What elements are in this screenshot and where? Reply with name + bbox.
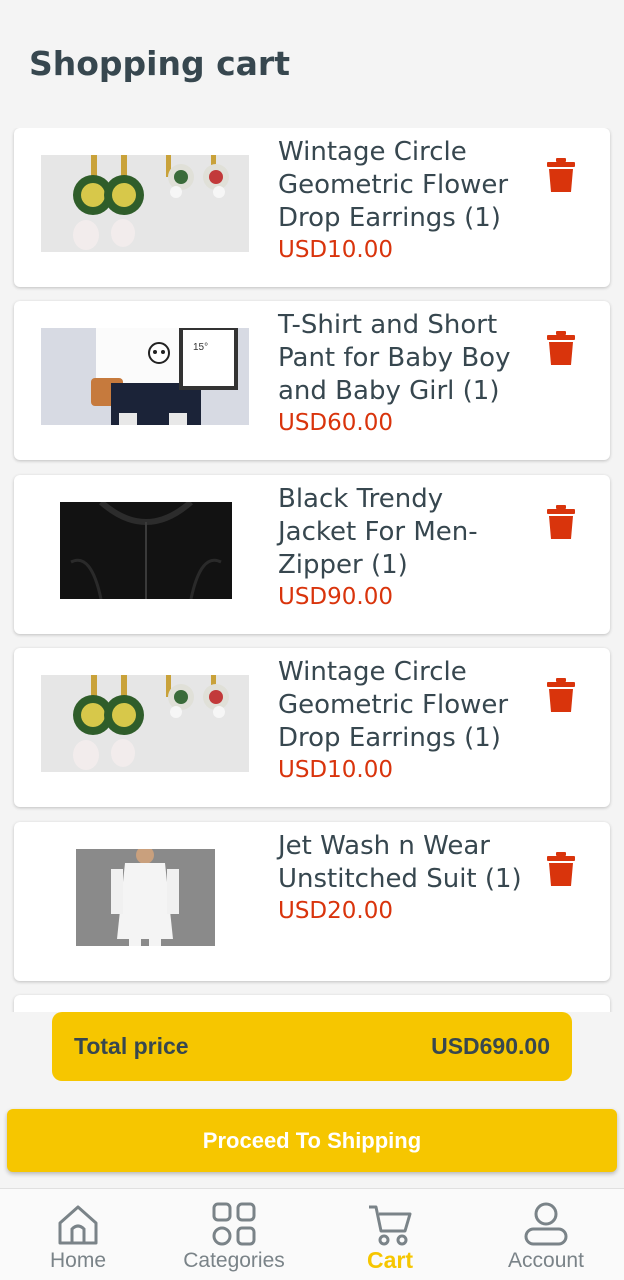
cart-item[interactable]: Black Trendy Jacket For Men- Zipper (1) …: [14, 475, 610, 634]
trash-icon[interactable]: [547, 678, 575, 712]
total-price-value: USD690.00: [431, 1033, 550, 1059]
page-title: Shopping cart: [29, 44, 290, 83]
user-icon: [524, 1202, 568, 1246]
nav-item-home[interactable]: Home: [3, 1189, 153, 1280]
product-image-white-suit: [41, 849, 249, 946]
nav-label-account: Account: [508, 1249, 584, 1272]
product-price: USD10.00: [278, 757, 393, 783]
cart-item[interactable]: [14, 995, 610, 1012]
product-price: USD90.00: [278, 584, 393, 610]
product-price: USD20.00: [278, 898, 393, 924]
cart-icon: [369, 1205, 412, 1246]
proceed-to-shipping-button[interactable]: Proceed To Shipping: [7, 1109, 617, 1172]
product-name: Black Trendy Jacket For Men- Zipper (1): [278, 484, 478, 580]
product-name: Wintage Circle Geometric Flower Drop Ear…: [278, 137, 509, 233]
product-name: Wintage Circle Geometric Flower Drop Ear…: [278, 657, 509, 753]
cart-item[interactable]: Wintage Circle Geometric Flower Drop Ear…: [14, 648, 610, 807]
trash-icon[interactable]: [547, 852, 575, 886]
cart-item[interactable]: Wintage Circle Geometric Flower Drop Ear…: [14, 128, 610, 287]
product-price: USD60.00: [278, 410, 393, 436]
nav-label-home: Home: [49, 1249, 107, 1272]
cart-item[interactable]: 15° T-Shirt and Short Pant for Baby Boy …: [14, 301, 610, 460]
product-name: T-Shirt and Short Pant for Baby Boy and …: [278, 310, 511, 406]
cart-item[interactable]: Jet Wash n Wear Unstitched Suit (1) USD2…: [14, 822, 610, 981]
trash-icon[interactable]: [547, 505, 575, 539]
nav-item-account[interactable]: Account: [471, 1189, 621, 1280]
product-image-baby-outfit: 15°: [41, 328, 249, 425]
total-price-label: Total price: [74, 1033, 189, 1059]
trash-icon[interactable]: [547, 158, 575, 192]
product-name: Jet Wash n Wear Unstitched Suit (1): [278, 831, 522, 894]
product-price: USD10.00: [278, 237, 393, 263]
home-icon: [58, 1205, 98, 1245]
product-image-earrings: [41, 155, 249, 252]
cart-list[interactable]: Wintage Circle Geometric Flower Drop Ear…: [0, 128, 624, 1012]
svg-text:15°: 15°: [193, 342, 208, 353]
nav-label-cart: Cart: [366, 1247, 413, 1273]
total-price-bar: Total price USD690.00: [52, 1012, 572, 1081]
nav-item-cart[interactable]: Cart: [315, 1189, 465, 1280]
nav-label-categories: Categories: [183, 1249, 285, 1272]
nav-item-categories[interactable]: Categories: [159, 1189, 309, 1280]
trash-icon[interactable]: [547, 331, 575, 365]
product-image-earrings: [41, 675, 249, 772]
product-image-black-jacket: [41, 502, 249, 599]
categories-icon: [212, 1202, 256, 1246]
bottom-navigation: Home Categories Cart Account: [0, 1188, 624, 1280]
